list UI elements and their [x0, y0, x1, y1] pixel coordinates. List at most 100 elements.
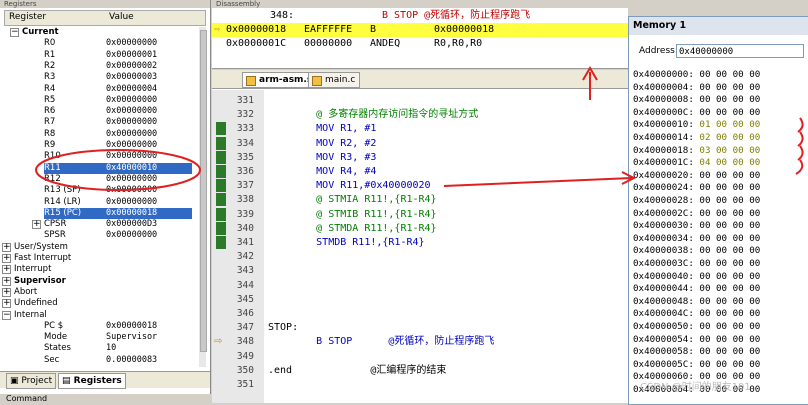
memory-row[interactable]: 0x40000004: 00 00 00 00: [633, 82, 760, 94]
tab-main-c[interactable]: main.c: [308, 72, 361, 88]
memory-row[interactable]: 0x40000058: 00 00 00 00: [633, 346, 760, 358]
register-row[interactable]: R12 0x00000000: [0, 174, 198, 185]
tab-registers[interactable]: ▤ Registers: [58, 373, 126, 389]
register-row[interactable]: R1 0x00000001: [0, 50, 198, 61]
memory-row[interactable]: 0x40000000: 00 00 00 00: [633, 69, 760, 81]
collapse-icon[interactable]: −: [10, 28, 19, 37]
memory-row[interactable]: 0x40000014: 02 00 00 00: [633, 132, 760, 144]
register-value[interactable]: 0x00000003: [106, 72, 157, 83]
memory-row[interactable]: 0x40000034: 00 00 00 00: [633, 233, 760, 245]
code-line[interactable]: 331: [212, 94, 628, 107]
code-line[interactable]: 351: [212, 378, 628, 391]
code-line[interactable]: 349: [212, 350, 628, 363]
code-line[interactable]: 337 MOV R11,#0x40000020: [212, 179, 628, 193]
register-value[interactable]: 0x00000000: [106, 151, 157, 162]
register-row[interactable]: R15 (PC) 0x00000018: [44, 207, 192, 219]
register-row[interactable]: R11 0x40000010: [44, 162, 192, 174]
memory-row[interactable]: 0x4000001C: 04 00 00 00: [633, 157, 760, 169]
register-row[interactable]: Supervisor +: [0, 276, 198, 287]
register-value[interactable]: 0x000000D3: [106, 219, 157, 230]
code-line[interactable]: 333 MOV R1, #1: [212, 122, 628, 136]
register-row[interactable]: R13 (SP) 0x00000000: [0, 185, 198, 196]
collapse-icon[interactable]: −: [2, 310, 11, 320]
register-value[interactable]: 0.00000083: [106, 355, 157, 366]
register-row[interactable]: Fast Interrupt +: [0, 253, 198, 264]
register-row[interactable]: R9 0x00000000: [0, 140, 198, 151]
code-line[interactable]: 341 STMDB R11!,{R1-R4}: [212, 236, 628, 249]
register-row[interactable]: SPSR 0x00000000: [0, 230, 198, 241]
register-value[interactable]: 0x00000000: [106, 185, 157, 196]
memory-row[interactable]: 0x40000030: 00 00 00 00: [633, 220, 760, 232]
register-value[interactable]: 0x00000018: [106, 321, 157, 332]
expand-icon[interactable]: +: [2, 265, 11, 275]
register-row[interactable]: R0 0x00000000: [0, 38, 198, 49]
register-row[interactable]: R7 0x00000000: [0, 117, 198, 128]
memory-address-input[interactable]: 0x40000000: [676, 44, 804, 58]
code-line[interactable]: 346: [212, 307, 628, 320]
code-line[interactable]: 344: [212, 279, 628, 292]
memory-row[interactable]: 0x40000018: 03 00 00 00: [633, 145, 760, 157]
memory-row[interactable]: 0x40000010: 01 00 00 00: [633, 119, 760, 131]
register-value[interactable]: 10: [106, 343, 116, 354]
memory-row[interactable]: 0x40000048: 00 00 00 00: [633, 296, 760, 308]
register-value[interactable]: 0x00000000: [106, 106, 157, 117]
register-row[interactable]: R5 0x00000000: [0, 95, 198, 106]
memory-row[interactable]: 0x40000020: 00 00 00 00: [633, 170, 760, 182]
register-value[interactable]: 0x00000000: [106, 95, 157, 106]
register-value[interactable]: 0x00000000: [106, 230, 157, 241]
register-row[interactable]: Current −: [0, 27, 198, 38]
memory-row[interactable]: 0x4000002C: 00 00 00 00: [633, 208, 760, 220]
tab-project[interactable]: ▣ Project: [6, 373, 57, 389]
tab-arm-asm[interactable]: arm-asm.s: [242, 72, 318, 88]
memory-row[interactable]: 0x40000044: 00 00 00 00: [633, 283, 760, 295]
code-line[interactable]: ⇨ 348 B STOP @死循环，防止程序跑飞: [212, 335, 628, 348]
code-line[interactable]: 347 STOP:: [212, 321, 628, 334]
register-row[interactable]: R3 0x00000003: [0, 72, 198, 83]
code-line[interactable]: 345: [212, 293, 628, 306]
code-line[interactable]: 342: [212, 250, 628, 263]
memory-row[interactable]: 0x4000004C: 00 00 00 00: [633, 308, 760, 320]
code-line[interactable]: 336 MOV R4, #4: [212, 165, 628, 178]
registers-scroll-thumb[interactable]: [200, 30, 207, 352]
register-value[interactable]: 0x00000000: [106, 174, 157, 185]
code-line[interactable]: 334 MOV R2, #2: [212, 136, 628, 150]
register-row[interactable]: R4 0x00000004: [0, 84, 198, 95]
code-line[interactable]: 335 MOV R3, #3: [212, 150, 628, 164]
code-line[interactable]: 340 @ STMDA R11!,{R1-R4}: [212, 221, 628, 235]
register-row[interactable]: R10 0x00000000: [0, 151, 198, 162]
register-value[interactable]: 0x00000002: [106, 61, 157, 72]
memory-row[interactable]: 0x40000008: 00 00 00 00: [633, 94, 760, 106]
register-value[interactable]: Supervisor: [106, 332, 157, 343]
expand-icon[interactable]: +: [2, 242, 11, 252]
command-bar[interactable]: Command: [0, 394, 216, 403]
register-value[interactable]: 0x00000000: [106, 140, 157, 151]
register-row[interactable]: PC $ 0x00000018: [0, 321, 198, 332]
code-line[interactable]: 338 @ STMIA R11!,{R1-R4}: [212, 193, 628, 207]
register-row[interactable]: Undefined +: [0, 298, 198, 309]
disassembly-row[interactable]: ⇨ 0x00000018 EAFFFFFE B 0x00000018: [212, 23, 628, 37]
register-row[interactable]: Sec 0.00000083: [0, 355, 198, 366]
memory-row[interactable]: 0x4000005C: 00 00 00 00: [633, 359, 760, 371]
memory-row[interactable]: 0x4000000C: 00 00 00 00: [633, 107, 760, 119]
disassembly-row[interactable]: 348: B STOP @死循环，防止程序跑飞: [212, 9, 628, 23]
memory-row[interactable]: 0x40000038: 00 00 00 00: [633, 245, 760, 257]
register-row[interactable]: User/System +: [0, 242, 198, 253]
register-row[interactable]: States 10: [0, 343, 198, 354]
register-row[interactable]: R8 0x00000000: [0, 129, 198, 140]
code-line[interactable]: 343: [212, 264, 628, 277]
register-row[interactable]: R2 0x00000002: [0, 61, 198, 72]
register-value[interactable]: 0x00000000: [106, 117, 157, 128]
expand-icon[interactable]: +: [2, 287, 11, 297]
expand-icon[interactable]: +: [32, 220, 41, 230]
register-row[interactable]: R14 (LR) 0x00000000: [0, 197, 198, 208]
register-row[interactable]: CPSR +0x000000D3: [0, 219, 198, 230]
register-row[interactable]: Mode Supervisor: [0, 332, 198, 343]
register-row[interactable]: Abort +: [0, 287, 198, 298]
col-register[interactable]: Register: [9, 12, 46, 22]
memory-row[interactable]: 0x40000028: 00 00 00 00: [633, 195, 760, 207]
expand-icon[interactable]: +: [2, 299, 11, 309]
memory-row[interactable]: 0x40000040: 00 00 00 00: [633, 271, 760, 283]
register-value[interactable]: 0x00000000: [106, 197, 157, 208]
register-row[interactable]: R6 0x00000000: [0, 106, 198, 117]
memory-row[interactable]: 0x40000024: 00 00 00 00: [633, 182, 760, 194]
